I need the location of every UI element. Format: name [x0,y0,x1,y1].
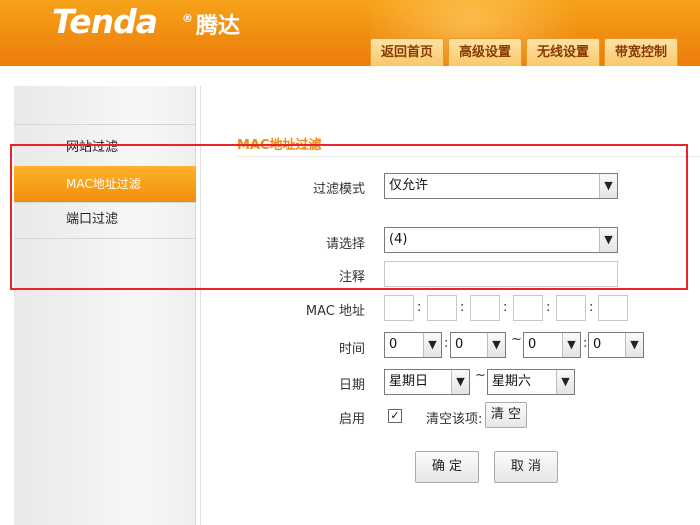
filter-mode-value: 仅允许 [389,178,429,193]
start-minute-value: 0 [455,337,464,352]
time-separator: : [583,336,588,351]
enable-checkbox[interactable]: ✓ [388,409,402,423]
start-hour-value: 0 [389,337,398,352]
rule-select-value: (4) [389,232,408,247]
clear-item-label: 清空该项: [426,412,483,427]
mac-separator: : [417,300,422,315]
start-day-select[interactable]: 星期日 ▼ [384,369,470,395]
clear-button[interactable]: 清 空 [485,402,527,428]
sidebar-item-port-filter[interactable]: 端口过滤 [14,202,196,238]
mac-address-label: MAC 地址 [305,304,365,319]
chevron-down-icon: ▼ [562,333,580,357]
note-input[interactable] [384,261,618,287]
cancel-button[interactable]: 取 消 [494,451,558,483]
sidebar: 网站过滤 MAC地址过滤 端口过滤 [14,86,196,525]
chevron-down-icon: ▼ [599,174,617,198]
date-range-separator: ~ [475,368,486,383]
chevron-down-icon: ▼ [487,333,505,357]
mac-octet-5-input[interactable] [556,295,586,321]
mac-separator: : [546,300,551,315]
end-minute-value: 0 [593,337,602,352]
sidebar-divider [14,124,196,125]
mac-separator: : [460,300,465,315]
chevron-down-icon: ▼ [556,370,574,394]
mac-separator: : [589,300,594,315]
section-title: MAC地址过滤 [237,138,322,153]
tab-home[interactable]: 返回首页 [370,38,445,66]
date-label: 日期 [338,378,365,393]
rule-select[interactable]: (4) ▼ [384,227,618,253]
chevron-down-icon: ▼ [423,333,441,357]
enable-label: 启用 [338,412,365,427]
header-bar: Tenda ® 腾达 返回首页 高级设置 无线设置 带宽控制 [0,0,700,66]
registered-mark: ® [182,12,193,25]
main-content: MAC地址过滤 过滤模式 仅允许 ▼ 请选择 (4) ▼ 注释 MAC 地址 :… [200,86,700,525]
end-hour-select[interactable]: 0 ▼ [523,332,581,358]
filter-mode-select[interactable]: 仅允许 ▼ [384,173,618,199]
mac-octet-3-input[interactable] [470,295,500,321]
confirm-button[interactable]: 确 定 [415,451,479,483]
tab-advanced-settings[interactable]: 高级设置 [448,38,523,66]
start-minute-select[interactable]: 0 ▼ [450,332,506,358]
time-range-separator: ~ [511,332,522,347]
mac-octet-4-input[interactable] [513,295,543,321]
title-divider [237,156,700,157]
brand-chinese-name: 腾达 [196,14,241,39]
end-hour-value: 0 [528,337,537,352]
sidebar-divider [14,238,196,239]
chevron-down-icon: ▼ [451,370,469,394]
mac-octet-2-input[interactable] [427,295,457,321]
header-spacer [0,66,700,86]
tenda-logo: Tenda [52,2,158,41]
end-day-select[interactable]: 星期六 ▼ [487,369,575,395]
sidebar-item-mac-filter[interactable]: MAC地址过滤 [14,166,196,202]
note-label: 注释 [338,270,365,285]
chevron-down-icon: ▼ [599,228,617,252]
mac-octet-1-input[interactable] [384,295,414,321]
start-day-value: 星期日 [389,374,429,389]
mac-octet-6-input[interactable] [598,295,628,321]
top-nav: 返回首页 高级设置 无线设置 带宽控制 [370,38,679,66]
mac-separator: : [503,300,508,315]
start-hour-select[interactable]: 0 ▼ [384,332,442,358]
end-day-value: 星期六 [492,374,532,389]
sidebar-item-url-filter[interactable]: 网站过滤 [14,130,196,166]
time-label: 时间 [338,342,365,357]
check-icon: ✓ [390,409,400,422]
end-minute-select[interactable]: 0 ▼ [588,332,644,358]
tab-wireless-settings[interactable]: 无线设置 [526,38,601,66]
time-separator: : [444,336,449,351]
tab-bandwidth-control[interactable]: 带宽控制 [604,38,679,66]
chevron-down-icon: ▼ [625,333,643,357]
filter-mode-label: 过滤模式 [312,182,365,197]
rule-select-label: 请选择 [325,237,365,252]
